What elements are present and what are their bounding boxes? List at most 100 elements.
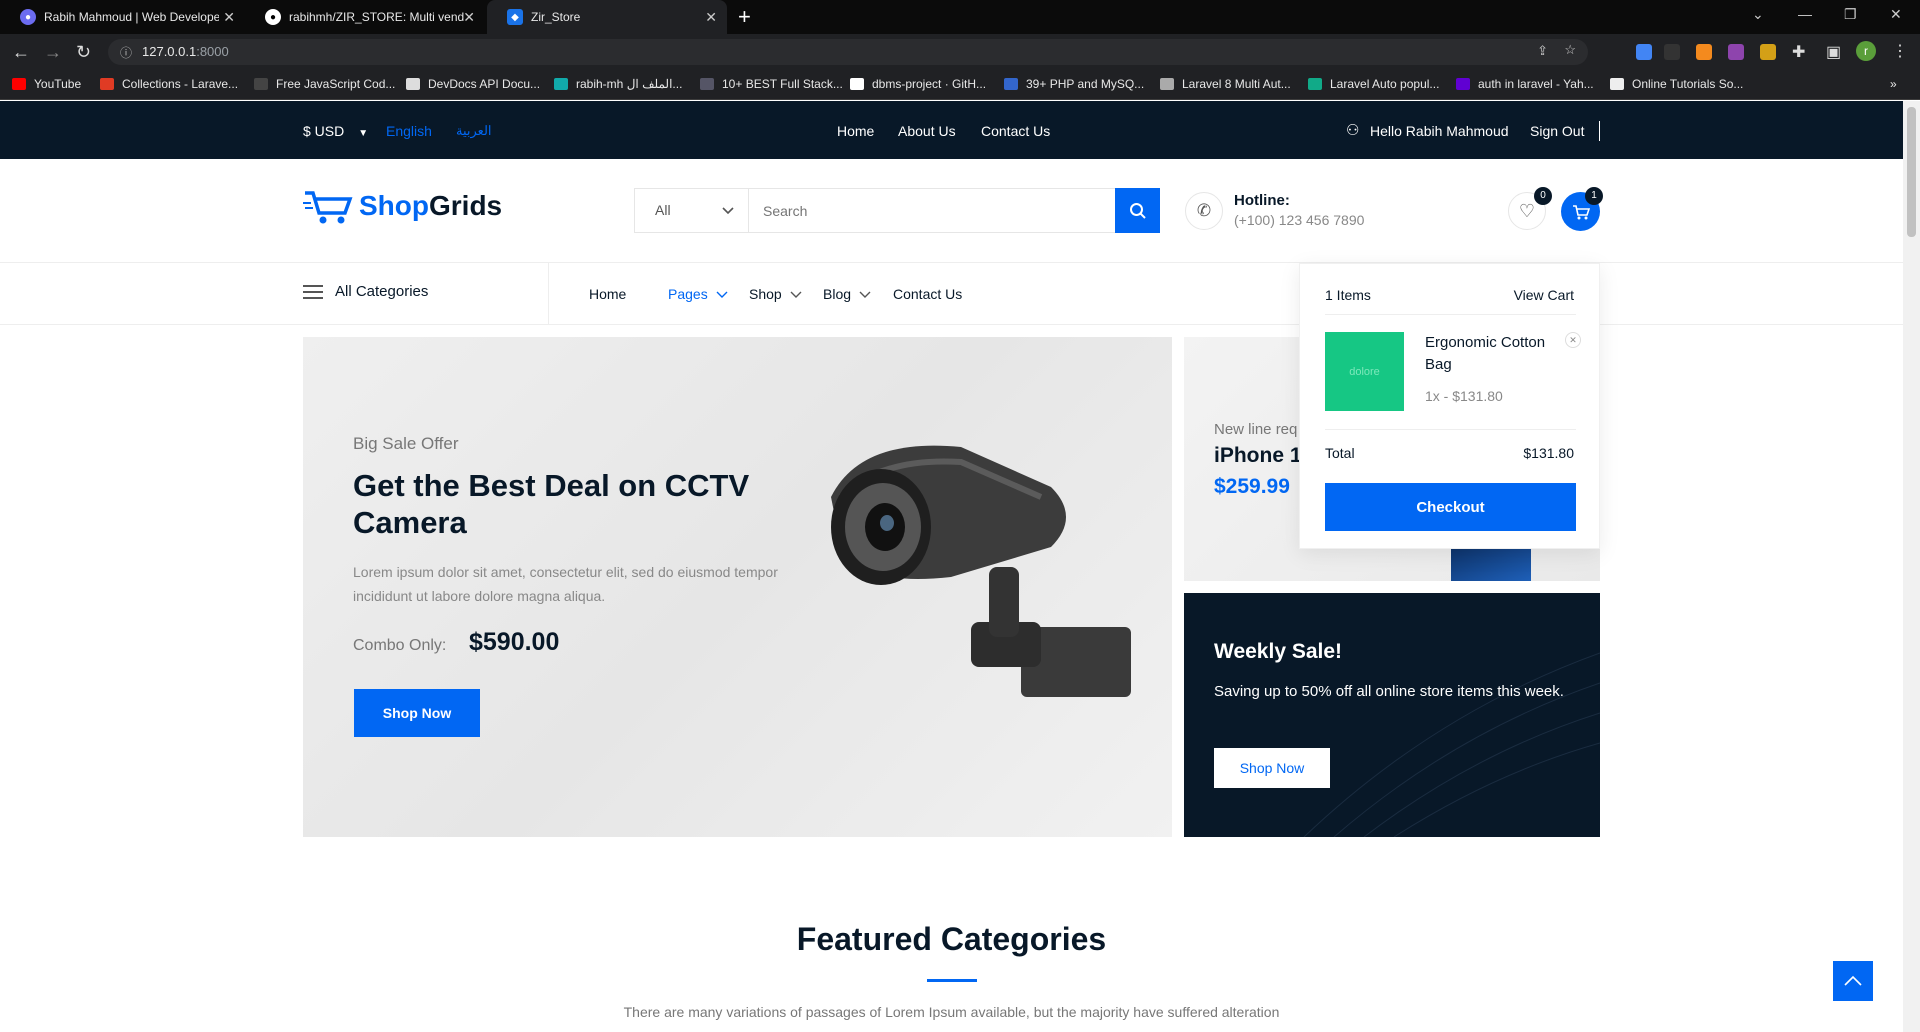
scroll-to-top-button[interactable] xyxy=(1833,961,1873,1001)
cart-total-value: $131.80 xyxy=(1523,445,1574,461)
search-input[interactable] xyxy=(749,189,1115,232)
close-tab-icon[interactable]: ✕ xyxy=(705,9,717,26)
user-greeting: Hello Rabih Mahmoud xyxy=(1370,123,1509,139)
nav-home[interactable]: Home xyxy=(589,286,626,302)
minimize-icon[interactable]: — xyxy=(1798,6,1812,22)
cart-product-thumbnail[interactable]: dolore xyxy=(1325,332,1404,411)
page-icon xyxy=(1308,78,1322,90)
hero-title: Get the Best Deal on CCTV Camera xyxy=(353,468,750,540)
top-bar: $ USD ▼ English العربية Home About Us Con… xyxy=(0,101,1903,159)
cart-items-count: 1 Items xyxy=(1325,287,1371,303)
hero-shop-now-button[interactable]: Shop Now xyxy=(354,689,480,737)
divider xyxy=(1325,314,1576,315)
currency-select[interactable]: $ USD ▼ xyxy=(303,123,368,139)
heart-icon: ♡ xyxy=(1518,200,1536,221)
logo[interactable]: Shop Grids xyxy=(303,187,502,225)
bookmark-item[interactable]: dbms-project · GitH... xyxy=(850,77,986,91)
tab-title: Zir_Store xyxy=(531,10,581,24)
forward-icon[interactable]: → xyxy=(44,42,62,63)
view-cart-link[interactable]: View Cart xyxy=(1514,287,1574,303)
search-form: All xyxy=(634,188,1160,233)
bookmark-item[interactable]: Collections - Larave... xyxy=(100,77,238,91)
more-bookmarks-icon[interactable]: » xyxy=(1890,77,1897,91)
bookmark-item[interactable]: YouTube xyxy=(12,77,81,91)
youtube-icon xyxy=(12,78,26,90)
all-categories-toggle[interactable]: All Categories xyxy=(303,283,428,300)
featured-description: There are many variations of passages of… xyxy=(623,1004,1280,1020)
category-select[interactable]: All xyxy=(635,189,749,232)
bookmark-item[interactable]: 10+ BEST Full Stack... xyxy=(700,77,843,91)
restore-icon[interactable]: ❐ xyxy=(1844,6,1857,23)
close-tab-icon[interactable]: ✕ xyxy=(223,9,235,26)
bookmark-item[interactable]: DevDocs API Docu... xyxy=(406,77,540,91)
nav-shop[interactable]: Shop xyxy=(749,286,802,302)
translate-extension-icon[interactable] xyxy=(1636,44,1652,60)
url-host: 127.0.0.1 xyxy=(142,44,197,59)
bookmark-item[interactable]: rabih-mh الملف ال... xyxy=(554,77,682,91)
chevron-down-icon xyxy=(716,291,728,298)
bookmark-item[interactable]: 39+ PHP and MySQ... xyxy=(1004,77,1144,91)
extension-icon[interactable] xyxy=(1696,44,1712,60)
back-icon[interactable]: ← xyxy=(12,42,30,63)
top-link-contact[interactable]: Contact Us xyxy=(981,123,1050,139)
browser-tab[interactable]: ● rabihmh/ZIR_STORE: Multi vendo ✕ xyxy=(245,0,485,34)
bookmark-item[interactable]: auth in laravel - Yah... xyxy=(1456,77,1594,91)
devdocs-icon xyxy=(406,78,420,90)
page-scrollbar[interactable] xyxy=(1903,101,1920,1032)
bookmark-item[interactable]: Laravel 8 Multi Aut... xyxy=(1160,77,1291,91)
cart-dropdown: 1 Items View Cart dolore Ergonomic Cotto… xyxy=(1299,263,1600,549)
extension-icon[interactable] xyxy=(1728,44,1744,60)
chevron-down-icon: ▼ xyxy=(358,128,369,139)
reload-icon[interactable]: ↻ xyxy=(76,42,91,63)
featured-title: Featured Categories xyxy=(796,921,1107,957)
bookmark-star-icon[interactable]: ☆ xyxy=(1564,42,1576,58)
new-tab-icon[interactable]: + xyxy=(738,4,751,30)
puzzle-extensions-icon[interactable]: ✚ xyxy=(1792,42,1805,62)
scrollbar-thumb[interactable] xyxy=(1907,107,1916,237)
cart-product-name[interactable]: Ergonomic Cotton Bag xyxy=(1425,332,1555,376)
logo-text-grids: Grids xyxy=(429,190,503,221)
browser-tab[interactable]: ● Rabih Mahmoud | Web Develope ✕ xyxy=(0,0,245,34)
yahoo-icon xyxy=(1456,78,1470,90)
top-link-about[interactable]: About Us xyxy=(898,123,956,139)
browser-tab-active[interactable]: ◆ Zir_Store ✕ xyxy=(487,0,727,34)
checkout-button[interactable]: Checkout xyxy=(1325,483,1576,531)
share-icon[interactable]: ⇪ xyxy=(1537,43,1548,59)
page-icon xyxy=(1610,78,1624,90)
hero-eyebrow: Big Sale Offer xyxy=(353,434,459,453)
weekly-shop-now-button[interactable]: Shop Now xyxy=(1214,748,1330,788)
logo-text-shop: Shop xyxy=(359,190,429,221)
weekly-sale-description: Saving up to 50% off all online store it… xyxy=(1214,683,1564,700)
bookmark-item[interactable]: Free JavaScript Cod... xyxy=(254,77,395,91)
bookmark-item[interactable]: Online Tutorials So... xyxy=(1610,77,1743,91)
language-english[interactable]: English xyxy=(386,123,432,139)
bookmark-item[interactable]: Laravel Auto popul... xyxy=(1308,77,1439,91)
nav-contact[interactable]: Contact Us xyxy=(893,286,962,302)
tab-search-icon[interactable]: ⌄ xyxy=(1752,6,1764,23)
side-panel-icon[interactable]: ▣ xyxy=(1826,42,1841,62)
remove-item-icon[interactable]: ✕ xyxy=(1565,332,1581,348)
extension-icon[interactable] xyxy=(1760,44,1776,60)
profile-avatar[interactable]: r xyxy=(1856,41,1876,61)
search-icon xyxy=(1129,202,1146,219)
hamburger-icon xyxy=(303,284,323,299)
language-arabic[interactable]: العربية xyxy=(456,123,492,139)
hotline-label: Hotline: xyxy=(1234,192,1290,209)
nav-blog[interactable]: Blog xyxy=(823,286,871,302)
search-button[interactable] xyxy=(1115,188,1160,233)
info-icon: ⓘ xyxy=(120,46,133,60)
sign-out-link[interactable]: Sign Out xyxy=(1530,123,1584,139)
top-link-home[interactable]: Home xyxy=(837,123,874,139)
title-underline xyxy=(927,979,977,982)
chevron-down-icon xyxy=(722,207,734,215)
close-window-icon[interactable]: ✕ xyxy=(1890,6,1902,23)
extension-icon[interactable] xyxy=(1664,44,1680,60)
hero-slider: Big Sale Offer Get the Best Deal on CCTV… xyxy=(303,337,1172,837)
shop-favicon-icon: ◆ xyxy=(507,9,523,25)
nav-pages[interactable]: Pages xyxy=(668,286,728,302)
cart-total-label: Total xyxy=(1325,445,1355,461)
close-tab-icon[interactable]: ✕ xyxy=(463,9,475,26)
url-input[interactable]: ⓘ 127.0.0.1:8000 ⇪ ☆ xyxy=(108,39,1588,65)
tab-title: rabihmh/ZIR_STORE: Multi vendo xyxy=(289,10,464,24)
browser-menu-icon[interactable]: ⋮ xyxy=(1892,41,1908,61)
